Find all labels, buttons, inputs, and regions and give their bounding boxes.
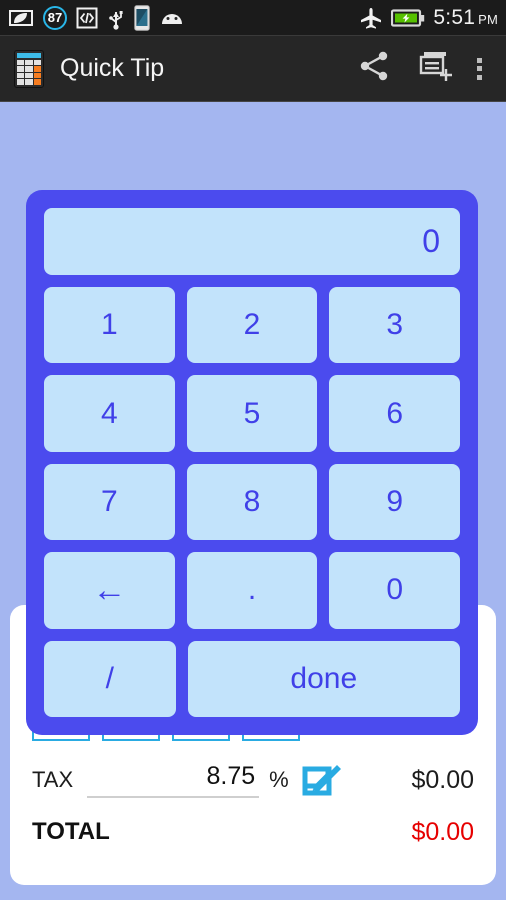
keypad-row-1: 1 2 3 bbox=[44, 287, 461, 364]
clock-ampm: PM bbox=[478, 11, 498, 27]
overflow-dot bbox=[477, 66, 482, 71]
key-done[interactable]: done bbox=[187, 640, 460, 718]
battery-percent-text: 87 bbox=[47, 10, 63, 25]
key-7[interactable]: 7 bbox=[44, 463, 175, 541]
edit-pencil-icon bbox=[302, 765, 341, 796]
status-bar-clock: 5:51 PM bbox=[433, 6, 498, 30]
key-0[interactable]: 0 bbox=[329, 552, 461, 629]
clock-time: 5:51 bbox=[433, 5, 476, 29]
status-bar: 87 5:51 PM bbox=[0, 0, 506, 36]
total-label: TOTAL bbox=[32, 818, 110, 845]
action-bar: Quick Tip bbox=[0, 36, 506, 102]
key-6[interactable]: 6 bbox=[329, 375, 461, 452]
phone-icon bbox=[134, 4, 150, 31]
keypad-row-5: / done bbox=[44, 640, 460, 718]
key-3[interactable]: 3 bbox=[329, 287, 461, 364]
calc-key bbox=[17, 59, 25, 65]
battery-percent-badge: 87 bbox=[43, 5, 67, 30]
total-value: $0.00 bbox=[411, 817, 474, 846]
tax-row: TAX 8.75 % $0.00 bbox=[10, 751, 496, 809]
keypad-display[interactable]: 0 bbox=[44, 208, 460, 275]
new-window-add-icon bbox=[419, 52, 452, 81]
app-screen: 87 5:51 PM Quick Tip TAX 8.75 % $0.00 TO… bbox=[0, 0, 506, 900]
calculator-icon bbox=[14, 49, 44, 88]
calc-key-accent bbox=[33, 66, 41, 72]
airplane-mode-icon bbox=[361, 7, 382, 29]
status-bar-right-icons: 5:51 PM bbox=[359, 6, 498, 30]
calc-key bbox=[25, 72, 33, 78]
usb-icon bbox=[109, 10, 123, 30]
key-8[interactable]: 8 bbox=[186, 463, 318, 541]
key-9[interactable]: 9 bbox=[329, 463, 461, 541]
key-decimal[interactable]: . bbox=[186, 552, 318, 629]
battery-charging-icon bbox=[391, 8, 425, 27]
key-2[interactable]: 2 bbox=[186, 287, 318, 364]
overflow-dot bbox=[477, 57, 482, 63]
calculator-icon-screen bbox=[17, 52, 41, 58]
tax-percent-symbol: % bbox=[269, 767, 289, 792]
tax-amount-value: $0.00 bbox=[411, 765, 474, 794]
key-divide[interactable]: / bbox=[44, 640, 176, 718]
key-backspace[interactable]: ← bbox=[44, 552, 175, 629]
keypad-row-3: 7 8 9 bbox=[44, 463, 461, 541]
share-icon bbox=[360, 51, 388, 81]
calculator-icon-keys bbox=[17, 59, 41, 85]
total-row: TOTAL $0.00 bbox=[10, 809, 496, 855]
share-button[interactable] bbox=[345, 51, 405, 86]
key-5[interactable]: 5 bbox=[186, 375, 318, 452]
calc-key bbox=[17, 66, 25, 72]
edit-tax-button[interactable] bbox=[299, 757, 345, 803]
calc-key bbox=[17, 79, 25, 85]
calc-key bbox=[33, 59, 41, 65]
status-bar-left-icons: 87 bbox=[8, 4, 359, 31]
key-1[interactable]: 1 bbox=[44, 287, 175, 364]
calc-key bbox=[25, 59, 33, 65]
page-title: Quick Tip bbox=[60, 54, 165, 82]
leaf-icon bbox=[9, 9, 33, 26]
calc-key-accent bbox=[33, 79, 41, 85]
code-brackets-icon bbox=[76, 7, 98, 28]
key-4[interactable]: 4 bbox=[44, 375, 175, 452]
calc-key bbox=[25, 79, 33, 85]
new-window-button[interactable] bbox=[405, 50, 467, 87]
android-robot-icon bbox=[162, 13, 182, 24]
tax-label: TAX bbox=[32, 767, 74, 792]
tax-rate-input[interactable]: 8.75 bbox=[87, 762, 260, 798]
overflow-dot bbox=[477, 74, 482, 80]
calc-key bbox=[25, 66, 33, 72]
keypad-row-4: ← . 0 bbox=[44, 552, 461, 629]
calc-key bbox=[17, 72, 25, 78]
keypad-row-2: 4 5 6 bbox=[44, 375, 461, 452]
overflow-menu-button[interactable] bbox=[467, 57, 492, 80]
calc-key-accent bbox=[33, 72, 41, 78]
numeric-keypad-dialog: 0 1 2 3 4 5 6 7 8 9 ← . 0 / done bbox=[26, 190, 478, 735]
